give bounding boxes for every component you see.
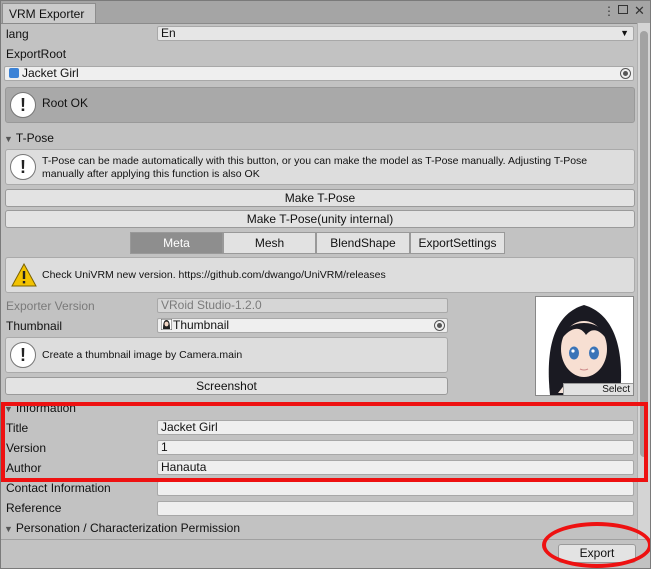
tab-mesh[interactable]: Mesh: [223, 232, 316, 254]
reference-input[interactable]: [157, 501, 634, 516]
lang-value: En: [161, 26, 176, 40]
avatar-portrait-image: [536, 297, 633, 395]
maximize-icon[interactable]: [618, 5, 628, 14]
version-warning-text: Check UniVRM new version. https://github…: [42, 269, 386, 281]
window-tab-bar: VRM Exporter ⋮ ✕: [1, 1, 650, 24]
lang-label: lang: [6, 27, 29, 41]
thumbnail-help-box: ! Create a thumbnail image by Camera.mai…: [5, 337, 448, 373]
reference-label: Reference: [6, 501, 62, 515]
warning-icon: [11, 263, 37, 287]
thumbnail-label: Thumbnail: [6, 319, 63, 333]
vrm-exporter-window: VRM Exporter ⋮ ✕ lang En ▼ ExportRoot Ja…: [0, 0, 651, 569]
screenshot-button[interactable]: Screenshot: [5, 377, 448, 395]
exporter-version-label: Exporter Version: [6, 299, 95, 313]
make-tpose-button[interactable]: Make T-Pose: [5, 189, 635, 207]
select-thumbnail-button[interactable]: Select: [563, 383, 633, 395]
info-icon: !: [10, 342, 36, 368]
export-root-field[interactable]: Jacket Girl: [4, 66, 634, 81]
object-picker-icon[interactable]: [620, 68, 631, 79]
tpose-help-box: ! T-Pose can be made automatically with …: [5, 149, 635, 185]
window-tab[interactable]: VRM Exporter: [2, 3, 96, 23]
export-root-value: Jacket Girl: [22, 66, 79, 80]
version-warning-box: Check UniVRM new version. https://github…: [5, 257, 635, 293]
lang-dropdown[interactable]: En ▼: [157, 26, 634, 41]
vertical-scrollbar[interactable]: [637, 23, 650, 539]
thumbnail-preview: Select: [535, 296, 634, 396]
footer-bar: Export: [1, 539, 650, 568]
info-icon: !: [10, 92, 36, 118]
information-foldout[interactable]: ▼ Information: [4, 400, 76, 417]
author-label: Author: [6, 461, 42, 475]
object-picker-icon[interactable]: [434, 320, 445, 331]
title-input[interactable]: Jacket Girl: [157, 420, 634, 435]
texture-icon: [160, 319, 173, 331]
expand-triangle-icon: ▼: [4, 134, 13, 144]
expand-triangle-icon: ▼: [4, 524, 13, 534]
thumbnail-field[interactable]: Thumbnail: [157, 318, 448, 333]
expand-triangle-icon: ▼: [4, 404, 13, 414]
prefab-icon: [9, 68, 19, 78]
make-tpose-internal-button[interactable]: Make T-Pose(unity internal): [5, 210, 635, 228]
title-label: Title: [6, 421, 29, 435]
info-icon: !: [10, 154, 36, 180]
close-icon[interactable]: ✕: [634, 4, 645, 18]
export-button[interactable]: Export: [558, 544, 636, 563]
thumbnail-value: Thumbnail: [173, 318, 230, 332]
tab-meta[interactable]: Meta: [130, 232, 223, 254]
scrollbar-thumb[interactable]: [640, 31, 648, 457]
tpose-foldout[interactable]: ▼ T-Pose: [4, 130, 54, 147]
thumbnail-help-text: Create a thumbnail image by Camera.main: [42, 349, 243, 361]
kebab-menu-icon[interactable]: ⋮: [603, 4, 615, 18]
inspector-content: lang En ▼ ExportRoot Jacket Girl ! Root …: [1, 23, 637, 539]
export-root-label: ExportRoot: [6, 47, 67, 61]
permission-foldout[interactable]: ▼ Personation / Characterization Permissi…: [4, 520, 240, 537]
author-input[interactable]: Hanauta: [157, 460, 634, 475]
chevron-down-icon: ▼: [620, 28, 629, 38]
tab-blendshape[interactable]: BlendShape: [316, 232, 410, 254]
root-ok-text: Root OK: [42, 96, 89, 110]
exporter-version-field: VRoid Studio-1.2.0: [157, 298, 448, 313]
version-input[interactable]: 1: [157, 440, 634, 455]
tab-export-settings[interactable]: ExportSettings: [410, 232, 505, 254]
tpose-help-text: T-Pose can be made automatically with th…: [42, 155, 588, 180]
contact-information-label: Contact Information: [6, 481, 111, 495]
contact-information-input[interactable]: [157, 481, 634, 496]
version-label: Version: [6, 441, 47, 455]
root-ok-box: ! Root OK: [5, 87, 635, 123]
